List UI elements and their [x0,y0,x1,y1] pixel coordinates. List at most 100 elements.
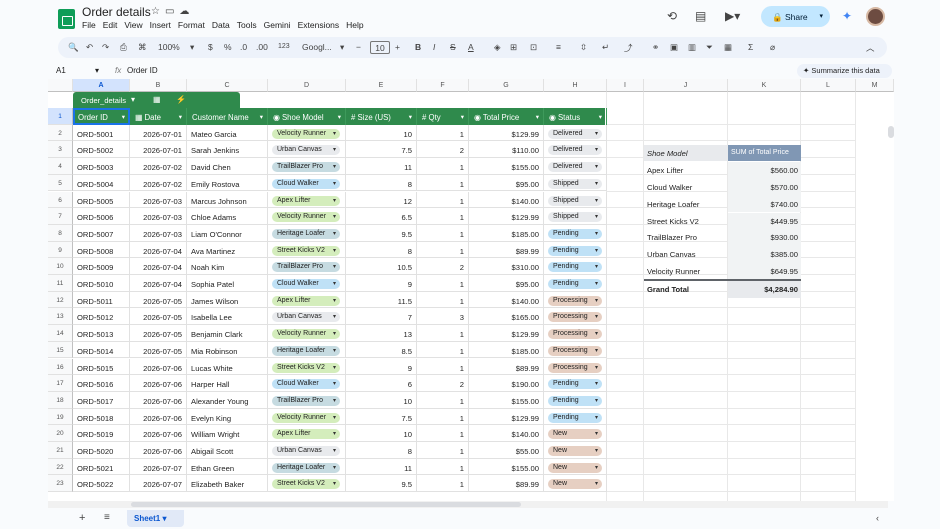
row-header-9[interactable]: 9 [48,241,73,259]
cell-order-id[interactable]: ORD-5018 [73,408,130,426]
cell-customer-name[interactable]: David Chen [187,158,268,175]
chevron-down-icon[interactable]: ▾ [595,364,598,371]
cell-size-us[interactable]: 8 [346,174,417,192]
chevron-down-icon[interactable]: ▾ [595,280,598,287]
status-chip[interactable]: Delivered ▾ [548,128,602,139]
chevron-down-icon[interactable]: ▾ [333,297,336,304]
meet-icon[interactable]: ▶▾ [725,9,740,23]
filter-views-icon[interactable]: ▦ [724,42,732,53]
cell-order-id[interactable]: ORD-5017 [73,391,130,409]
cell-shoe-model[interactable]: Heritage Loafer ▾ [268,458,346,476]
cell-qty[interactable]: 1 [417,174,469,192]
print-icon[interactable]: ⎙ [120,42,127,53]
cell-qty[interactable]: 1 [417,458,469,476]
pivot-row-label[interactable]: Apex Lifter [644,162,728,179]
star-icon[interactable]: ☆ [151,6,165,17]
row-header-17[interactable]: 17 [48,375,73,392]
cell-total-price[interactable]: $185.00 [469,224,544,242]
chevron-down-icon[interactable]: ▾ [595,247,598,254]
share-button[interactable]: 🔒 Share ▾ [761,6,830,27]
shoe-model-chip[interactable]: Cloud Walker ▾ [272,178,340,189]
column-header-a[interactable]: A [73,79,130,92]
cell-date[interactable]: 2026-07-05 [130,291,187,309]
borders-icon[interactable]: ⊞ [510,42,517,53]
cell-customer-name[interactable]: Abigail Scott [187,442,268,459]
row-header-1[interactable]: 1 [48,108,73,125]
status-chip[interactable]: Processing ▾ [548,312,602,323]
pivot-row-label[interactable]: Street Kicks V2 [644,213,728,230]
chevron-down-icon[interactable]: ▾ [595,163,598,170]
chevron-down-icon[interactable]: ▾ [595,146,598,153]
cell-order-id[interactable]: ORD-5002 [73,141,130,159]
cell-total-price[interactable]: $155.00 [469,458,544,476]
filter-icon[interactable]: ⏷ [706,42,713,53]
cell-order-id[interactable]: ORD-5004 [73,174,130,192]
chevron-down-icon[interactable]: ▾ [333,213,336,220]
bold-icon[interactable]: B [415,42,421,52]
cell-qty[interactable]: 1 [417,341,469,359]
cell-shoe-model[interactable]: Velocity Runner ▾ [268,408,346,426]
cell-date[interactable]: 2026-07-07 [130,475,187,493]
row-header-23[interactable]: 23 [48,475,73,493]
cell-date[interactable]: 2026-07-06 [130,425,187,442]
gemini-icon[interactable]: ✦ [842,9,852,23]
pivot-row-label[interactable]: Velocity Runner [644,263,728,280]
shoe-model-chip[interactable]: Velocity Runner ▾ [272,329,340,340]
shoe-model-chip[interactable]: Cloud Walker ▾ [272,279,340,289]
cell-status[interactable]: Shipped ▾ [544,208,607,225]
cell-total-price[interactable]: $185.00 [469,341,544,359]
row-header-7[interactable]: 7 [48,208,73,225]
chevron-down-icon[interactable]: ▾ [333,364,336,371]
cell-date[interactable]: 2026-07-03 [130,224,187,242]
chevron-down-icon[interactable]: ▾ [595,180,598,187]
pivot-row-value[interactable]: $649.95 [728,262,801,280]
pivot-row-label[interactable]: TrailBlazer Pro [644,229,728,246]
cell-date[interactable]: 2026-07-06 [130,358,187,376]
column-header-f[interactable]: F [417,79,469,92]
cell-qty[interactable]: 1 [417,408,469,426]
column-header-i[interactable]: I [607,79,644,92]
cell-date[interactable]: 2026-07-02 [130,174,187,192]
font-size-increase-icon[interactable]: + [395,42,400,52]
table-name-chip[interactable]: Order_details ▾ ▦ ⚡ [73,92,240,108]
cell-shoe-model[interactable]: Urban Canvas ▾ [268,308,346,326]
insert-link-icon[interactable]: ⚭ [652,42,659,53]
chevron-down-icon[interactable]: ▾ [95,66,99,75]
status-chip[interactable]: New ▾ [548,429,602,440]
chevron-down-icon[interactable]: ▾ [333,247,336,254]
cell-shoe-model[interactable]: Cloud Walker ▾ [268,375,346,392]
cell-qty[interactable]: 1 [417,241,469,259]
pivot-row-value[interactable]: $449.95 [728,212,801,230]
chevron-down-icon[interactable]: ▾ [333,230,336,237]
cell-total-price[interactable]: $110.00 [469,141,544,159]
status-chip[interactable]: Delivered ▾ [548,145,602,156]
cell-qty[interactable]: 2 [417,375,469,392]
cell-qty[interactable]: 1 [417,325,469,342]
status-chip[interactable]: Processing ▾ [548,295,602,306]
cell-date[interactable]: 2026-07-01 [130,141,187,159]
row-header-10[interactable]: 10 [48,258,73,275]
pivot-row-value[interactable]: $740.00 [728,195,801,213]
chevron-down-icon[interactable]: ▾ [333,197,336,204]
table-header-order-id[interactable]: Order ID ▾ [73,108,130,125]
column-header-b[interactable]: B [130,79,187,92]
cell-order-id[interactable]: ORD-5012 [73,308,130,326]
chevron-down-icon[interactable]: ▾ [461,113,464,121]
cell-qty[interactable]: 1 [417,442,469,459]
cell-shoe-model[interactable]: Heritage Loafer ▾ [268,224,346,242]
chevron-down-icon[interactable]: ▾ [333,313,336,320]
cell-order-id[interactable]: ORD-5008 [73,241,130,259]
status-chip[interactable]: Delivered ▾ [548,162,602,173]
cell-total-price[interactable]: $129.99 [469,408,544,426]
pivot-total-label[interactable]: Grand Total [644,281,728,298]
shoe-model-chip[interactable]: Velocity Runner ▾ [272,128,340,139]
cell-customer-name[interactable]: Chloe Adams [187,208,268,225]
insert-chart-icon[interactable]: ▥ [688,42,696,53]
row-header-22[interactable]: 22 [48,458,73,476]
cell-customer-name[interactable]: Ava Martinez [187,241,268,259]
cell-size-us[interactable]: 8.5 [346,341,417,359]
cell-shoe-model[interactable]: TrailBlazer Pro ▾ [268,258,346,275]
cell-shoe-model[interactable]: Velocity Runner ▾ [268,208,346,225]
cell-customer-name[interactable]: Emily Rostova [187,174,268,192]
chevron-down-icon[interactable]: ▾ [179,113,182,121]
